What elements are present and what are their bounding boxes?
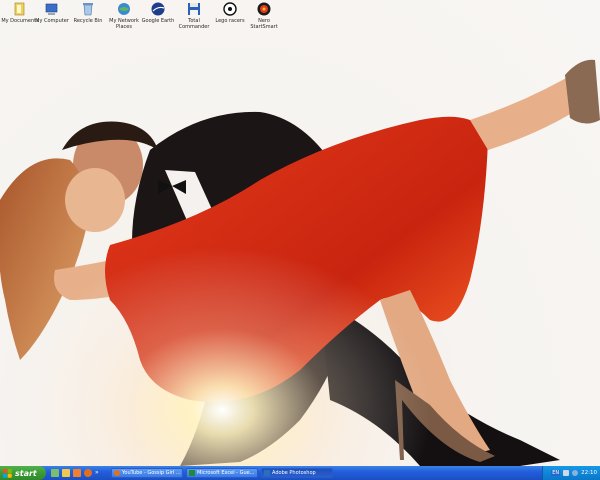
- folder-documents-icon: [14, 2, 25, 16]
- desktop-icon-recycle-bin[interactable]: Recycle Bin: [68, 1, 108, 24]
- media-player-icon[interactable]: [73, 469, 81, 477]
- network-icon: [118, 3, 130, 15]
- recycle-bin-icon: [83, 3, 93, 16]
- photoshop-icon: [264, 470, 270, 476]
- language-indicator[interactable]: EN: [551, 470, 561, 476]
- taskbar: start » YouTube - Gossip Girl ... Micros…: [0, 466, 600, 480]
- excel-icon: [189, 470, 195, 476]
- show-desktop-icon[interactable]: [51, 469, 59, 477]
- globe-icon: [151, 2, 165, 16]
- desktop-icon-label: Nero StartSmart: [250, 18, 278, 30]
- quick-launch: »: [51, 469, 103, 477]
- system-tray: EN 22:10: [542, 466, 600, 480]
- firefox-icon[interactable]: [84, 469, 92, 477]
- firefox-icon: [114, 470, 120, 476]
- task-button-photoshop[interactable]: Adobe Photoshop: [261, 468, 333, 478]
- wallpaper-image: [0, 0, 600, 466]
- folder-icon[interactable]: [62, 469, 70, 477]
- desktop-icon-nero-startsmart[interactable]: Nero StartSmart: [244, 1, 284, 30]
- desktop-icon-google-earth[interactable]: Google Earth: [138, 1, 178, 24]
- task-label: Adobe Photoshop: [272, 470, 316, 476]
- desktop-icon-label: Google Earth: [141, 18, 175, 24]
- volume-icon[interactable]: [563, 470, 570, 476]
- desktop-icon-my-computer[interactable]: My Computer: [32, 1, 72, 24]
- floppy-disk-icon: [188, 3, 200, 15]
- task-label: Microsoft Excel - Gue...: [197, 470, 255, 476]
- desktop-icon-label: Recycle Bin: [73, 18, 103, 24]
- racing-icon: [223, 2, 237, 16]
- desktop-icons: My Documents My Computer Recycle Bin My …: [0, 0, 300, 36]
- start-label: start: [15, 468, 37, 478]
- start-button[interactable]: start: [0, 466, 46, 480]
- desktop-icon-total-commander[interactable]: Total Commander: [174, 1, 214, 30]
- desktop-icon-label: My Computer: [35, 18, 69, 24]
- network-status-icon[interactable]: [572, 470, 579, 476]
- expand-arrow-icon[interactable]: »: [95, 469, 103, 477]
- task-label: YouTube - Gossip Girl ...: [122, 470, 181, 476]
- task-button-excel[interactable]: Microsoft Excel - Gue...: [186, 468, 258, 478]
- clock[interactable]: 22:10: [581, 470, 597, 476]
- task-button-youtube[interactable]: YouTube - Gossip Girl ...: [111, 468, 183, 478]
- desktop-icon-label: Total Commander: [178, 18, 210, 30]
- task-buttons: YouTube - Gossip Girl ... Microsoft Exce…: [111, 468, 333, 478]
- computer-icon: [45, 3, 58, 15]
- nero-icon: [257, 2, 271, 16]
- desktop: My Documents My Computer Recycle Bin My …: [0, 0, 600, 466]
- windows-flag-icon: [3, 468, 12, 478]
